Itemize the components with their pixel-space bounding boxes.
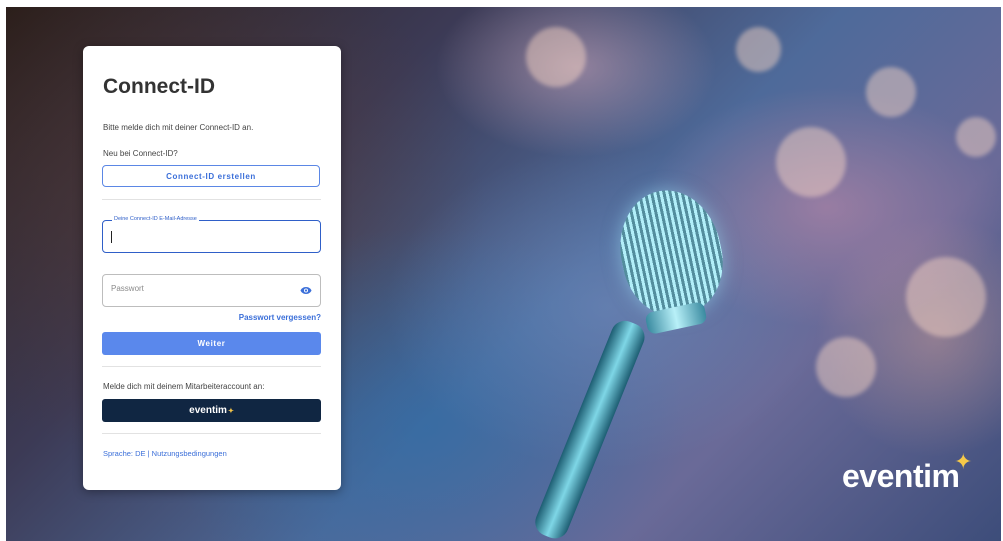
- bokeh-light: [526, 27, 586, 87]
- text-caret: [111, 231, 112, 243]
- employee-login-button[interactable]: eventim ✦: [102, 399, 321, 422]
- sparkle-star-icon: ✦: [227, 407, 234, 415]
- footer-separator: |: [147, 449, 150, 458]
- login-card: Connect-ID Bitte melde dich mit deiner C…: [83, 46, 341, 490]
- create-connect-id-button[interactable]: Connect-ID erstellen: [102, 165, 320, 187]
- intro-text: Bitte melde dich mit deiner Connect-ID a…: [103, 123, 254, 132]
- bokeh-light: [906, 257, 986, 337]
- terms-link[interactable]: Nutzungsbedingungen: [152, 449, 227, 458]
- microphone-head: [609, 180, 733, 325]
- footer-links: Sprache: DE | Nutzungsbedingungen: [103, 449, 227, 458]
- bokeh-light: [866, 67, 916, 117]
- microphone-stand: [531, 316, 649, 541]
- submit-button[interactable]: Weiter: [102, 332, 321, 355]
- bokeh-light: [816, 337, 876, 397]
- bokeh-light: [956, 117, 996, 157]
- eye-icon[interactable]: [300, 286, 312, 295]
- divider: [102, 199, 321, 200]
- password-placeholder: Passwort: [111, 284, 144, 293]
- page-title: Connect-ID: [103, 75, 215, 98]
- email-field-label: Deine Connect-ID E-Mail-Adresse: [112, 216, 199, 222]
- forgot-password-link[interactable]: Passwort vergessen?: [239, 313, 321, 322]
- employee-button-label: eventim: [189, 405, 227, 416]
- divider: [102, 433, 321, 434]
- bokeh-light: [736, 27, 781, 72]
- bokeh-light: [776, 127, 846, 197]
- sparkle-star-icon: ✦: [954, 449, 973, 474]
- email-field[interactable]: Deine Connect-ID E-Mail-Adresse: [102, 216, 321, 253]
- eventim-logo: eventim: [842, 458, 960, 494]
- password-field[interactable]: Passwort: [102, 274, 321, 307]
- employee-prompt: Melde dich mit deinem Mitarbeiteraccount…: [103, 382, 265, 391]
- divider: [102, 366, 321, 367]
- language-link[interactable]: Sprache: DE: [103, 449, 146, 458]
- new-user-prompt: Neu bei Connect-ID?: [103, 149, 178, 158]
